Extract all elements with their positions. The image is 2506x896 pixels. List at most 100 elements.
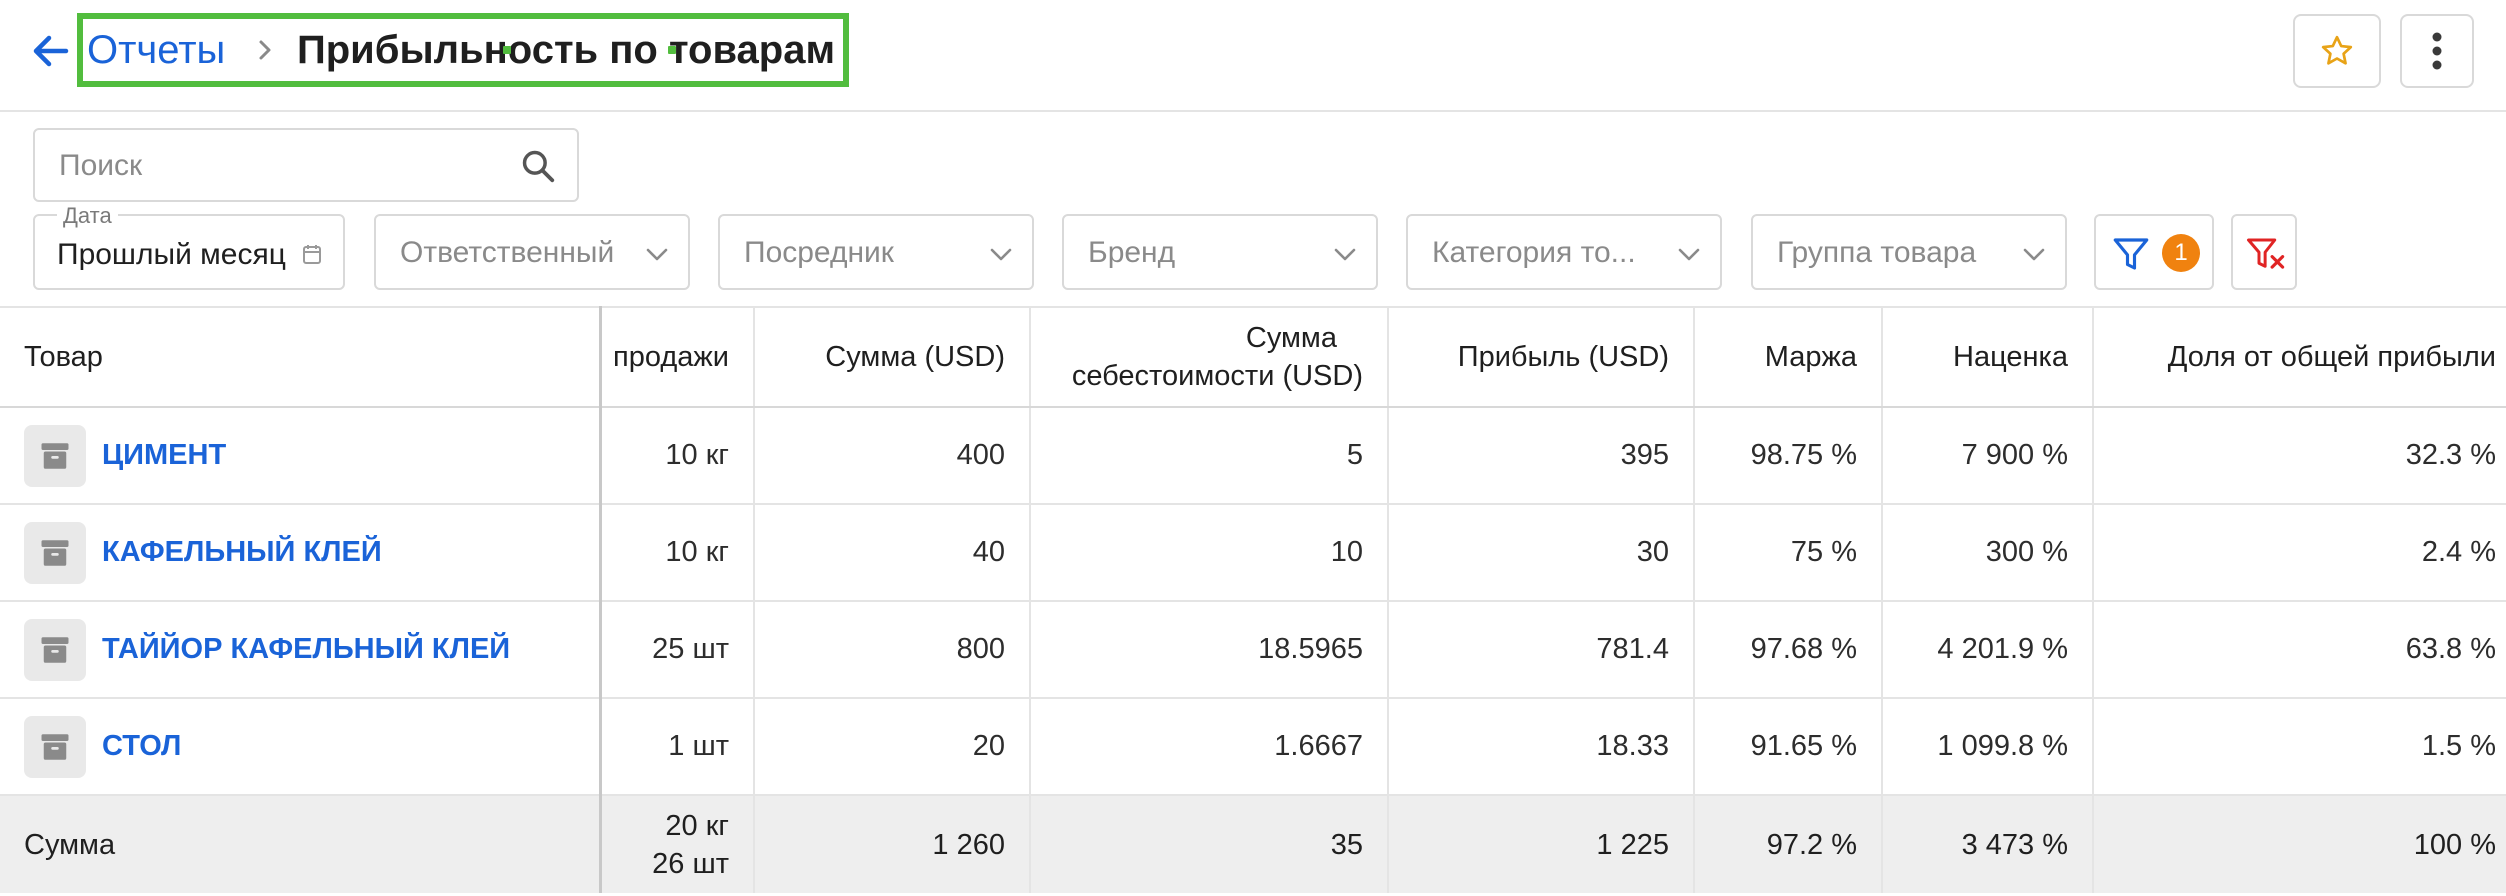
- product-cell: ЦИМЕНТ: [0, 407, 602, 505]
- responsible-filter[interactable]: Ответственный: [374, 214, 690, 290]
- favorite-button[interactable]: [2293, 14, 2381, 88]
- marker-dot: [668, 46, 676, 54]
- table-row: КАФЕЛЬНЫЙ КЛЕЙ 10 кг 40 10 30 75 % 300 %…: [0, 504, 2506, 602]
- cost-cell: 5: [1030, 407, 1389, 505]
- category-filter-placeholder: Категория то...: [1432, 236, 1636, 269]
- amount-cell: 800: [754, 601, 1031, 699]
- column-header-amount[interactable]: Сумма (USD): [754, 306, 1031, 408]
- total-label: Сумма: [0, 795, 602, 893]
- filter-icon: [2113, 238, 2149, 270]
- category-filter[interactable]: Категория то...: [1406, 214, 1722, 290]
- total-margin-cell: 97.2 %: [1694, 795, 1883, 893]
- archive-box-icon: [24, 618, 86, 681]
- total-sales-line2: 26 шт: [652, 847, 729, 880]
- chevron-down-icon: [1678, 248, 1700, 261]
- more-vertical-icon: [2432, 32, 2442, 70]
- product-group-filter-placeholder: Группа товара: [1777, 236, 1977, 269]
- star-icon: [2321, 35, 2353, 65]
- column-header-markup[interactable]: Наценка: [1882, 306, 2094, 408]
- search-input[interactable]: [57, 142, 501, 190]
- archive-box-icon: [24, 424, 86, 487]
- page-header: Отчеты Прибыльность по товарам: [0, 0, 2506, 112]
- search-icon[interactable]: [519, 147, 557, 185]
- filter-clear-icon: [2247, 238, 2285, 269]
- profit-cell: 18.33: [1388, 698, 1695, 796]
- column-header-margin[interactable]: Маржа: [1694, 306, 1883, 408]
- total-share-cell: 100 %: [2093, 795, 2506, 893]
- column-header-sales[interactable]: продажи: [600, 306, 755, 408]
- arrow-left-icon: [33, 35, 69, 67]
- more-menu-button[interactable]: [2400, 14, 2474, 88]
- product-link[interactable]: КАФЕЛЬНЫЙ КЛЕЙ: [102, 536, 382, 569]
- cost-cell: 1.6667: [1030, 698, 1389, 796]
- margin-cell: 75 %: [1694, 504, 1883, 602]
- share-cell: 1.5 %: [2093, 698, 2506, 796]
- intermediary-filter[interactable]: Посредник: [718, 214, 1034, 290]
- sales-cell: 10 кг: [600, 504, 755, 602]
- chevron-down-icon: [1334, 248, 1356, 261]
- profitability-table: Товар продажи Сумма (USD) Сумма себестои…: [0, 306, 2506, 893]
- search-box: [33, 128, 579, 202]
- profit-cell: 395: [1388, 407, 1695, 505]
- active-filter-badge: 1: [2162, 234, 2200, 272]
- cost-cell: 18.5965: [1030, 601, 1389, 699]
- date-filter-label: Дата: [57, 204, 118, 228]
- page-title: Прибыльность по товарам: [297, 28, 836, 72]
- total-row: Сумма 20 кг 26 шт 1 260 35 1 225 97.2 % …: [0, 795, 2506, 893]
- clear-filters-button[interactable]: [2231, 214, 2297, 290]
- product-link[interactable]: СТОЛ: [102, 730, 181, 763]
- column-header-cost-line2: себестоимости (USD): [1071, 360, 1363, 392]
- total-profit-cell: 1 225: [1388, 795, 1695, 893]
- profit-cell: 781.4: [1388, 601, 1695, 699]
- table-row: ЦИМЕНТ 10 кг 400 5 395 98.75 % 7 900 % 3…: [0, 407, 2506, 505]
- product-cell: КАФЕЛЬНЫЙ КЛЕЙ: [0, 504, 602, 602]
- column-header-cost[interactable]: Сумма себестоимости (USD): [1030, 306, 1389, 408]
- amount-cell: 400: [754, 407, 1031, 505]
- chevron-down-icon: [2023, 248, 2045, 261]
- date-filter-value: Прошлый месяц: [57, 238, 286, 271]
- filter-button[interactable]: 1: [2094, 214, 2214, 290]
- markup-cell: 300 %: [1882, 504, 2094, 602]
- marker-dot: [503, 46, 511, 54]
- share-cell: 2.4 %: [2093, 504, 2506, 602]
- sales-cell: 1 шт: [600, 698, 755, 796]
- margin-cell: 91.65 %: [1694, 698, 1883, 796]
- sales-cell: 10 кг: [600, 407, 755, 505]
- responsible-filter-placeholder: Ответственный: [400, 236, 615, 269]
- amount-cell: 40: [754, 504, 1031, 602]
- share-cell: 63.8 %: [2093, 601, 2506, 699]
- table-row: СТОЛ 1 шт 20 1.6667 18.33 91.65 % 1 099.…: [0, 698, 2506, 796]
- date-filter[interactable]: Дата Прошлый месяц: [33, 204, 345, 290]
- markup-cell: 4 201.9 %: [1882, 601, 2094, 699]
- margin-cell: 98.75 %: [1694, 407, 1883, 505]
- table-header-row: Товар продажи Сумма (USD) Сумма себестои…: [0, 306, 2506, 408]
- total-sales-cell: 20 кг 26 шт: [600, 795, 755, 893]
- total-markup-cell: 3 473 %: [1882, 795, 2094, 893]
- brand-filter[interactable]: Бренд: [1062, 214, 1378, 290]
- archive-box-icon: [24, 715, 86, 778]
- column-header-share[interactable]: Доля от общей прибыли: [2093, 306, 2506, 408]
- sales-cell: 25 шт: [600, 601, 755, 699]
- total-amount-cell: 1 260: [754, 795, 1031, 893]
- product-link[interactable]: ЦИМЕНТ: [102, 439, 226, 472]
- product-cell: ТАЙЙОР КАФЕЛЬНЫЙ КЛЕЙ: [0, 601, 602, 699]
- total-cost-cell: 35: [1030, 795, 1389, 893]
- product-group-filter[interactable]: Группа товара: [1751, 214, 2067, 290]
- chevron-down-icon: [646, 248, 668, 261]
- intermediary-filter-placeholder: Посредник: [744, 236, 894, 269]
- archive-box-icon: [24, 521, 86, 584]
- cost-cell: 10: [1030, 504, 1389, 602]
- markup-cell: 7 900 %: [1882, 407, 2094, 505]
- back-button[interactable]: [28, 28, 74, 74]
- markup-cell: 1 099.8 %: [1882, 698, 2094, 796]
- table-row: ТАЙЙОР КАФЕЛЬНЫЙ КЛЕЙ 25 шт 800 18.5965 …: [0, 601, 2506, 699]
- column-header-product[interactable]: Товар: [0, 306, 602, 408]
- total-sales-line1: 20 кг: [665, 809, 729, 842]
- chevron-down-icon: [990, 248, 1012, 261]
- column-header-profit[interactable]: Прибыль (USD): [1388, 306, 1695, 408]
- total-label-text: Сумма: [24, 828, 116, 861]
- product-link[interactable]: ТАЙЙОР КАФЕЛЬНЫЙ КЛЕЙ: [102, 633, 510, 666]
- column-header-cost-line1: Сумма: [1245, 322, 1337, 354]
- breadcrumb-reports-link[interactable]: Отчеты: [87, 24, 225, 76]
- share-cell: 32.3 %: [2093, 407, 2506, 505]
